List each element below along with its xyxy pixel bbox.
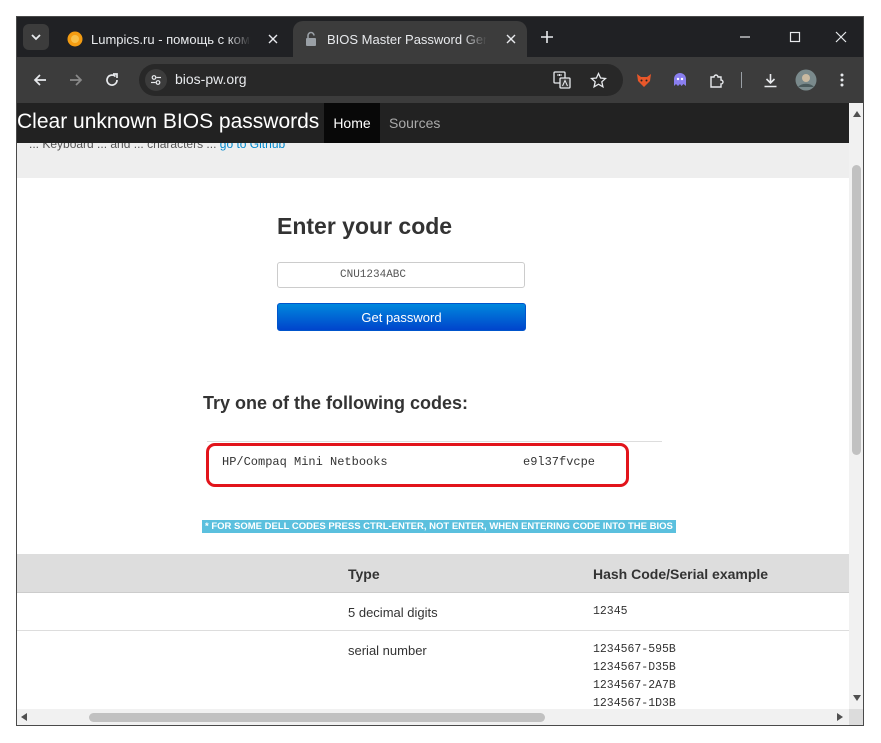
row-example: 1234567-2A7B (593, 679, 676, 692)
back-button[interactable] (27, 67, 53, 93)
intro-band: ... Keyboard ... and ... characters ... … (17, 137, 849, 178)
plus-icon (541, 31, 553, 43)
bookmark-button[interactable] (585, 67, 611, 93)
chevron-down-icon (31, 34, 41, 41)
browser-toolbar: bios-pw.org (17, 57, 863, 103)
row-example: 1234567-D35B (593, 661, 676, 674)
maximize-button[interactable] (783, 25, 807, 49)
vertical-scroll-thumb[interactable] (852, 165, 861, 455)
horizontal-scroll-thumb[interactable] (89, 713, 545, 722)
profile-button[interactable] (793, 67, 819, 93)
ghost-extension-icon (674, 73, 686, 86)
close-icon (835, 31, 847, 43)
try-codes-heading: Try one of the following codes: (203, 393, 469, 413)
scroll-left-arrow-icon[interactable] (21, 713, 27, 721)
nav-home[interactable]: Home (324, 103, 380, 143)
download-icon (764, 73, 776, 87)
row-type: 5 decimal digits (348, 605, 438, 620)
url-text: bios-pw.org (175, 71, 247, 87)
menu-button[interactable] (829, 67, 855, 93)
code-input[interactable] (277, 262, 525, 288)
tab-title: BIOS Master Password Generator (327, 31, 487, 47)
header-type: Type (348, 566, 380, 582)
tune-icon (151, 75, 161, 85)
site-navbar: Clear unknown BIOS passwords Home Source… (17, 103, 849, 143)
address-bar[interactable]: bios-pw.org (139, 64, 623, 96)
lock-favicon-icon (306, 31, 316, 46)
orange-favicon-icon (67, 31, 83, 47)
highlight-annotation (206, 443, 629, 487)
extension-ghost-button[interactable] (667, 67, 693, 93)
arrow-right-icon (70, 74, 83, 86)
maximize-icon (789, 31, 801, 43)
new-tab-button[interactable] (537, 27, 557, 47)
puzzle-icon (709, 73, 724, 88)
tab-bios-pw[interactable]: BIOS Master Password Generator (293, 21, 527, 57)
arrow-left-icon (33, 74, 46, 86)
reload-icon (106, 73, 118, 86)
forward-button[interactable] (63, 67, 89, 93)
close-window-button[interactable] (829, 25, 853, 49)
divider (207, 441, 662, 442)
scroll-down-arrow-icon[interactable] (853, 695, 861, 701)
toolbar-separator (741, 72, 742, 88)
enter-code-heading: Enter your code (277, 213, 453, 239)
code-types-table: Type Hash Code/Serial example 5 decimal … (17, 554, 849, 725)
close-icon[interactable] (503, 31, 519, 47)
site-info-button[interactable] (145, 69, 167, 91)
scroll-up-arrow-icon[interactable] (853, 111, 861, 117)
site-brand[interactable]: Clear unknown BIOS passwords (17, 110, 319, 134)
more-vert-icon (840, 73, 844, 87)
minimize-icon (740, 36, 750, 38)
star-icon (589, 71, 607, 88)
nav-sources[interactable]: Sources (389, 103, 440, 143)
extension-fox-button[interactable] (631, 67, 657, 93)
translate-button[interactable] (549, 67, 575, 93)
header-hash: Hash Code/Serial example (593, 566, 769, 582)
browser-window: Lumpics.ru - помощь с компьютером BIOS M… (16, 16, 864, 726)
row-examples: 1234567-595B 1234567-D35B 1234567-2A7B 1… (593, 641, 676, 713)
tab-strip: Lumpics.ru - помощь с компьютером BIOS M… (17, 17, 863, 57)
table-header: Type Hash Code/Serial example (17, 554, 849, 593)
fox-extension-icon (637, 74, 651, 87)
tab-search-button[interactable] (23, 24, 49, 50)
tab-lumpics[interactable]: Lumpics.ru - помощь с компьютером (57, 21, 289, 57)
avatar (795, 69, 817, 91)
extensions-button[interactable] (703, 67, 729, 93)
get-password-button[interactable]: Get password (277, 303, 526, 331)
scrollbar-corner (849, 709, 863, 725)
scroll-right-arrow-icon[interactable] (837, 713, 843, 721)
reload-button[interactable] (99, 67, 125, 93)
close-icon[interactable] (265, 31, 281, 47)
row-type: serial number (348, 643, 427, 658)
horizontal-scrollbar[interactable] (17, 709, 849, 725)
page-viewport: ... Keyboard ... and ... characters ... … (17, 103, 863, 725)
table-row: 5 decimal digits 12345 (17, 593, 849, 631)
vertical-scrollbar[interactable] (849, 103, 863, 725)
downloads-button[interactable] (757, 67, 783, 93)
row-example: 12345 (593, 605, 628, 618)
main-content: Enter your code Get password Try one of … (17, 178, 849, 725)
dell-note-label: * FOR SOME DELL CODES PRESS CTRL-ENTER, … (202, 520, 676, 533)
minimize-button[interactable] (733, 25, 757, 49)
tab-title: Lumpics.ru - помощь с компьютером (91, 31, 251, 47)
row-example: 1234567-595B (593, 643, 676, 656)
translate-icon (553, 71, 571, 89)
